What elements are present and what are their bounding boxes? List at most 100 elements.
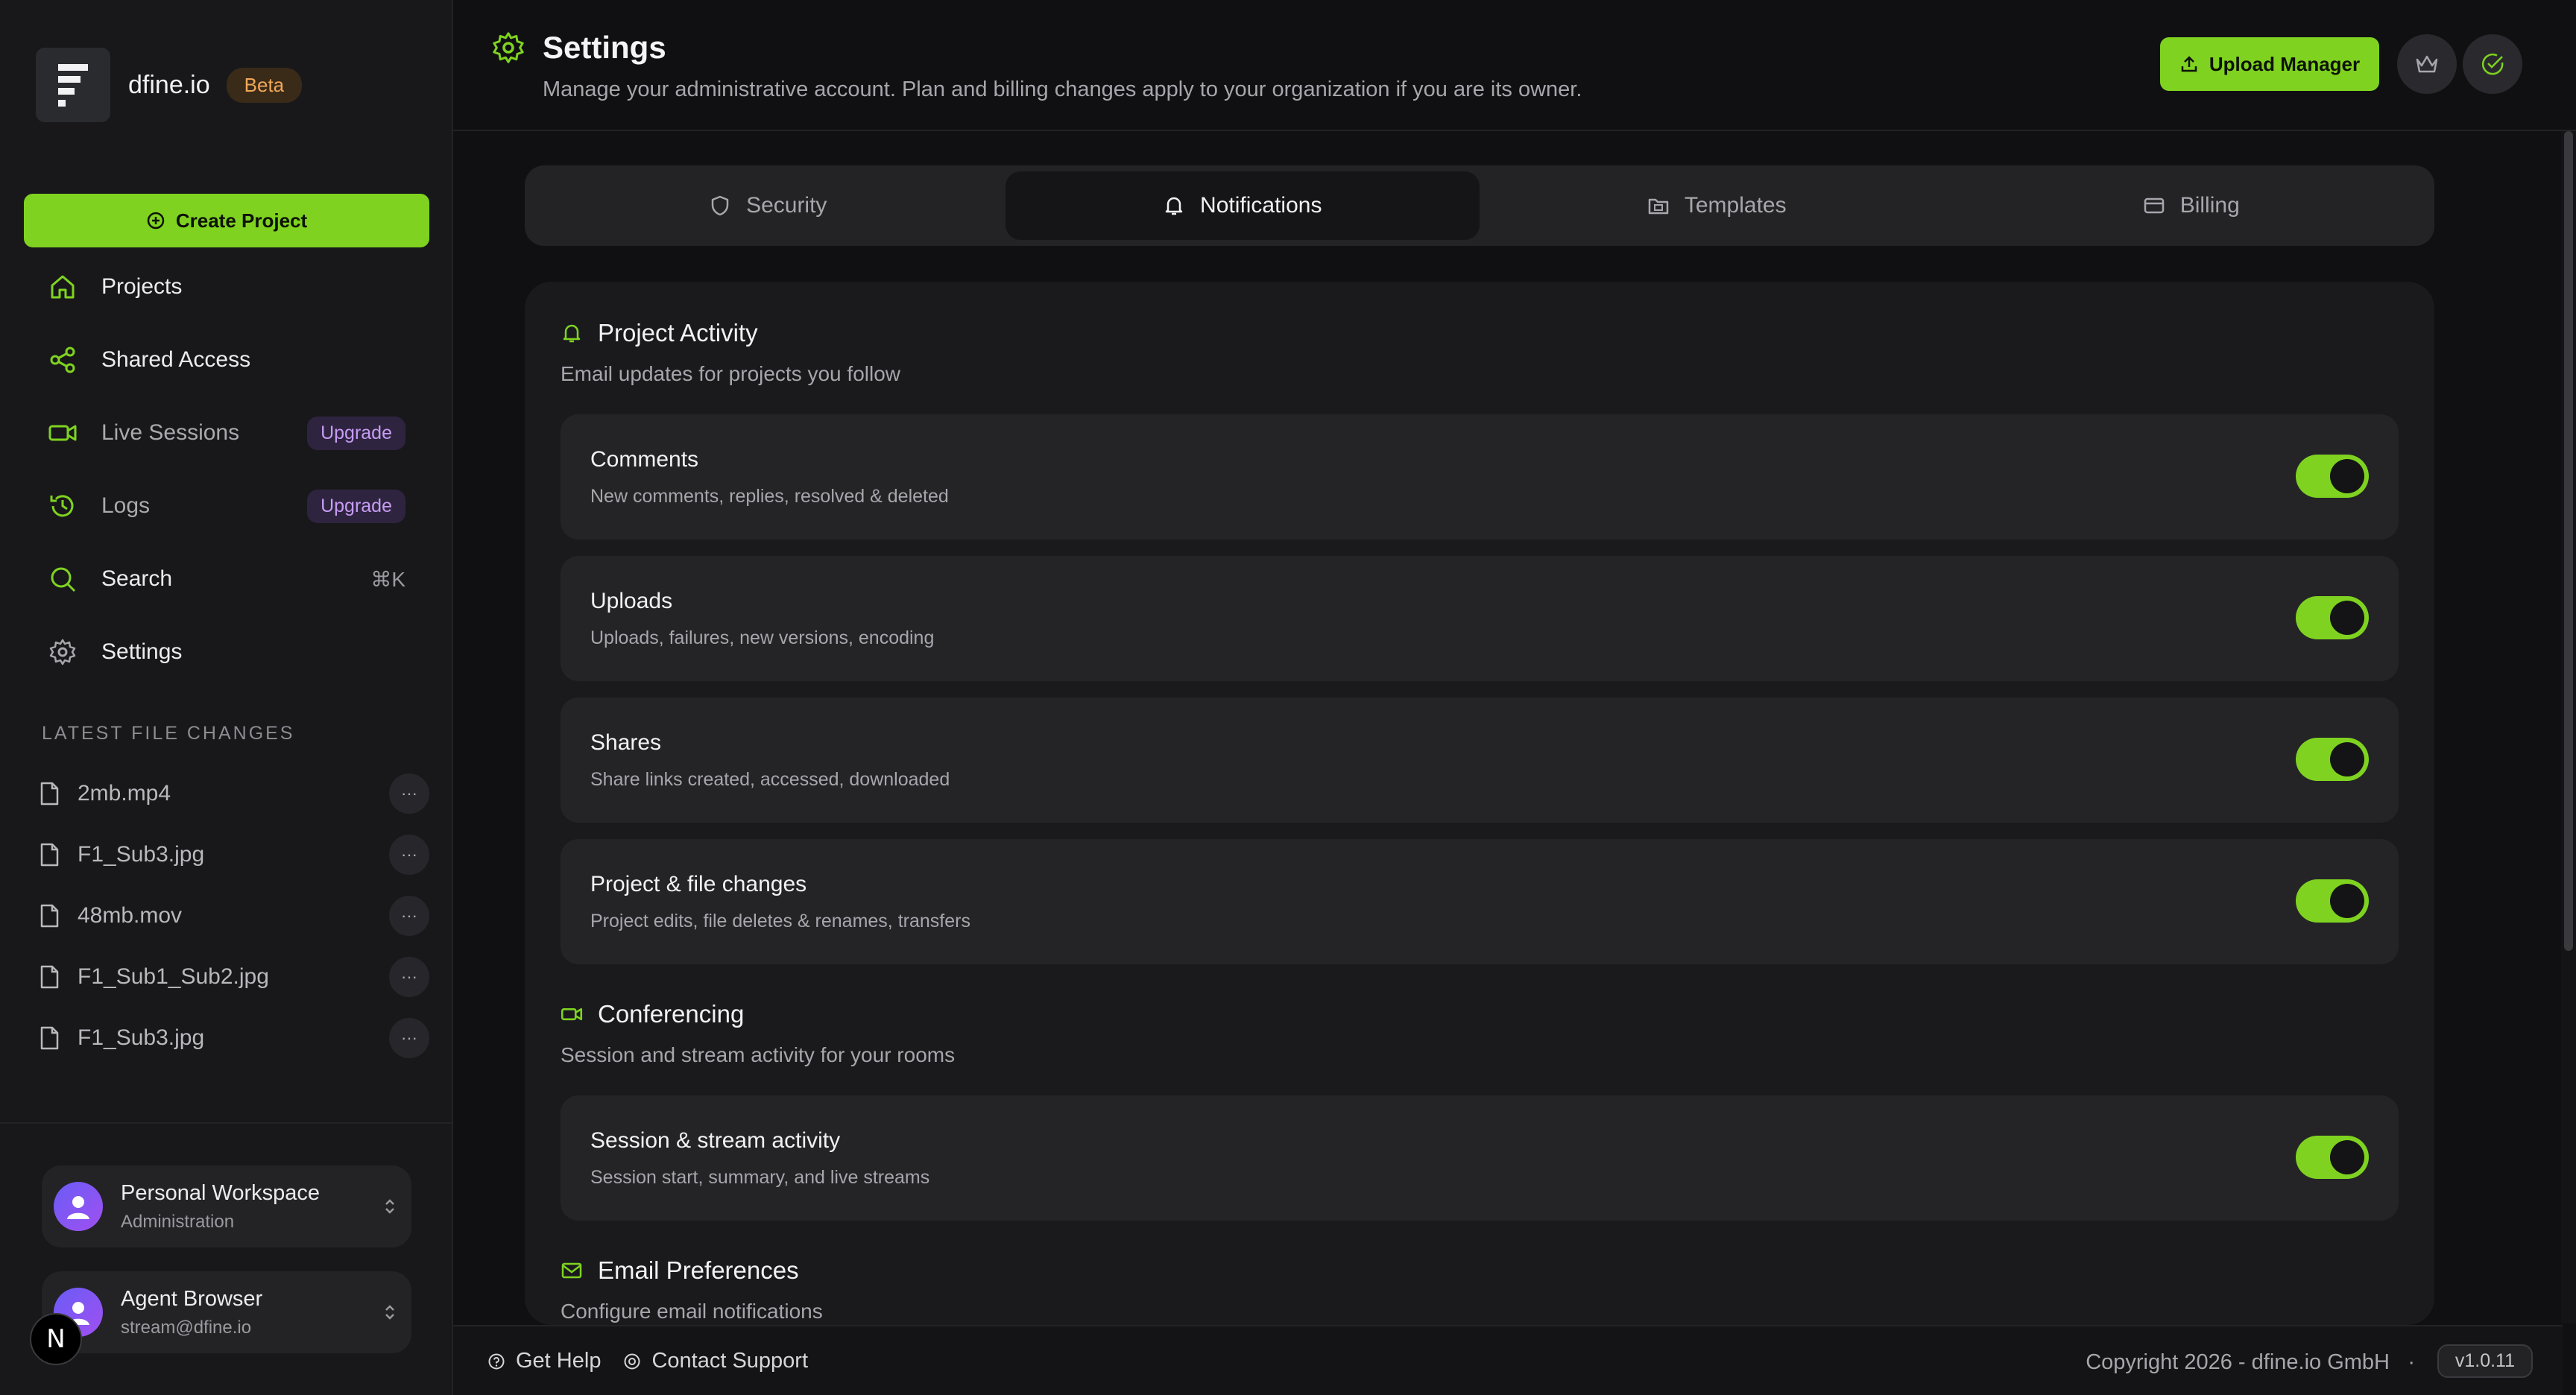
workspace-title: Personal Workspace	[121, 1180, 321, 1205]
tab-security[interactable]: Security	[531, 171, 1006, 240]
chevron-up-down-icon	[385, 1305, 394, 1320]
upload-icon	[2181, 56, 2197, 72]
tab-notifications[interactable]: Notifications	[1005, 171, 1480, 240]
group-subtitle: Session and stream activity for your roo…	[561, 1043, 956, 1066]
setting-row-session-activity: Session & stream activity Session start,…	[561, 1095, 2399, 1221]
toggle-knob	[2330, 601, 2364, 635]
chevron-up-down-icon	[385, 1199, 394, 1214]
contact-support-link[interactable]: Contact Support	[651, 1349, 808, 1373]
version-badge: v1.0.11	[2437, 1344, 2533, 1378]
comments-toggle[interactable]	[2296, 455, 2369, 498]
latest-file-changes-heading: LATEST FILE CHANGES	[42, 723, 295, 744]
group-subtitle: Email updates for projects you follow	[561, 362, 900, 385]
video-icon	[46, 417, 79, 449]
setting-row-project-changes: Project & file changes Project edits, fi…	[561, 839, 2399, 964]
page-title: Settings	[543, 30, 666, 65]
list-item[interactable]: F1_Sub1_Sub2.jpg ···	[24, 946, 429, 1008]
search-shortcut: ⌘K	[370, 567, 405, 591]
bell-icon	[563, 324, 581, 343]
tab-billing[interactable]: Billing	[1954, 171, 2429, 240]
get-help-link[interactable]: Get Help	[516, 1349, 601, 1373]
create-project-button[interactable]: Create Project	[24, 194, 429, 247]
workspace-switcher[interactable]: Personal Workspace Administration	[42, 1165, 411, 1247]
file-name: 2mb.mp4	[78, 781, 171, 806]
upgrade-plan-button[interactable]	[2397, 34, 2457, 94]
more-options-button[interactable]: ···	[389, 774, 429, 814]
history-icon	[46, 490, 79, 522]
gear-icon	[490, 30, 526, 69]
row-title: Uploads	[590, 589, 673, 613]
row-title: Project & file changes	[590, 872, 807, 896]
upgrade-badge[interactable]: Upgrade	[307, 489, 405, 523]
list-item[interactable]: 48mb.mov ···	[24, 885, 429, 946]
support-icon	[624, 1353, 640, 1369]
dev-tools-badge[interactable]: N	[30, 1313, 82, 1365]
sidebar-item-logs[interactable]: Logs Upgrade	[24, 469, 429, 542]
home-icon	[46, 271, 79, 303]
tab-templates[interactable]: Templates	[1480, 171, 1954, 240]
video-icon	[561, 1008, 583, 1021]
upload-manager-button[interactable]: Upload Manager	[2160, 37, 2379, 91]
setting-row-shares: Shares Share links created, accessed, do…	[561, 698, 2399, 823]
sidebar: dfine.io Beta Create Project Projects Sh…	[0, 0, 453, 1395]
row-title: Comments	[590, 447, 699, 472]
brand[interactable]: dfine.io Beta	[36, 46, 303, 124]
create-project-label: Create Project	[175, 209, 308, 232]
page-header: Settings Manage your administrative acco…	[453, 0, 2576, 131]
group-title: Conferencing	[561, 1000, 744, 1028]
row-description: Share links created, accessed, downloade…	[590, 769, 950, 790]
upgrade-badge[interactable]: Upgrade	[307, 416, 405, 450]
status-check-button[interactable]	[2463, 34, 2522, 94]
list-item[interactable]: F1_Sub3.jpg ···	[24, 1008, 429, 1069]
sidebar-item-label: Shared Access	[101, 347, 251, 372]
mail-icon	[561, 1262, 582, 1279]
sidebar-item-settings[interactable]: Settings	[24, 616, 429, 689]
group-title-label: Conferencing	[598, 1000, 745, 1028]
file-list: 2mb.mp4 ··· F1_Sub3.jpg ··· 48mb.mov ···…	[24, 763, 429, 1069]
dfine-logo-icon	[36, 48, 110, 122]
settings-tabs: Security Notifications Templates Billing	[525, 165, 2434, 246]
sidebar-item-shared-access[interactable]: Shared Access	[24, 323, 429, 396]
file-name: F1_Sub3.jpg	[78, 1025, 205, 1050]
card-icon	[2144, 197, 2164, 214]
uploads-toggle[interactable]	[2296, 596, 2369, 639]
sidebar-item-label: Logs	[101, 493, 151, 518]
file-name: 48mb.mov	[78, 903, 183, 928]
more-options-button[interactable]: ···	[389, 835, 429, 875]
file-icon	[40, 1026, 59, 1050]
file-icon	[40, 965, 59, 989]
setting-row-uploads: Uploads Uploads, failures, new versions,…	[561, 556, 2399, 681]
more-options-button[interactable]: ···	[389, 1018, 429, 1058]
sidebar-item-search[interactable]: Search ⌘K	[24, 542, 429, 616]
more-options-button[interactable]: ···	[389, 957, 429, 997]
shares-toggle[interactable]	[2296, 738, 2369, 781]
sidebar-nav: Projects Shared Access Live Sessions Upg…	[24, 250, 429, 689]
list-item[interactable]: F1_Sub3.jpg ···	[24, 824, 429, 885]
toggle-knob	[2330, 742, 2364, 776]
bell-icon	[1165, 197, 1183, 215]
user-switcher[interactable]: Agent Browser stream@dfine.io	[42, 1271, 411, 1353]
help-circle-icon	[488, 1353, 505, 1369]
more-options-button[interactable]: ···	[389, 896, 429, 936]
beta-badge: Beta	[226, 67, 303, 103]
brand-name: dfine.io	[128, 70, 210, 99]
tab-label: Notifications	[1200, 193, 1322, 218]
project-changes-toggle[interactable]	[2296, 879, 2369, 923]
sidebar-item-live-sessions[interactable]: Live Sessions Upgrade	[24, 396, 429, 469]
session-activity-toggle[interactable]	[2296, 1136, 2369, 1179]
tab-label: Templates	[1684, 193, 1787, 218]
share-icon	[46, 344, 79, 376]
sidebar-item-projects[interactable]: Projects	[24, 250, 429, 323]
notifications-panel: Project Activity Email updates for proje…	[525, 282, 2434, 1325]
scrollbar[interactable]	[2561, 131, 2576, 1323]
file-icon	[40, 782, 59, 806]
folder-icon	[1648, 198, 1669, 215]
list-item[interactable]: 2mb.mp4 ···	[24, 763, 429, 824]
scrollbar-thumb[interactable]	[2564, 131, 2573, 951]
avatar	[54, 1182, 103, 1231]
row-title: Shares	[590, 730, 662, 755]
workspace-subtitle: Administration	[121, 1211, 235, 1232]
toggle-knob	[2330, 884, 2364, 918]
sidebar-item-label: Live Sessions	[101, 420, 240, 445]
user-name: Agent Browser	[121, 1286, 263, 1311]
